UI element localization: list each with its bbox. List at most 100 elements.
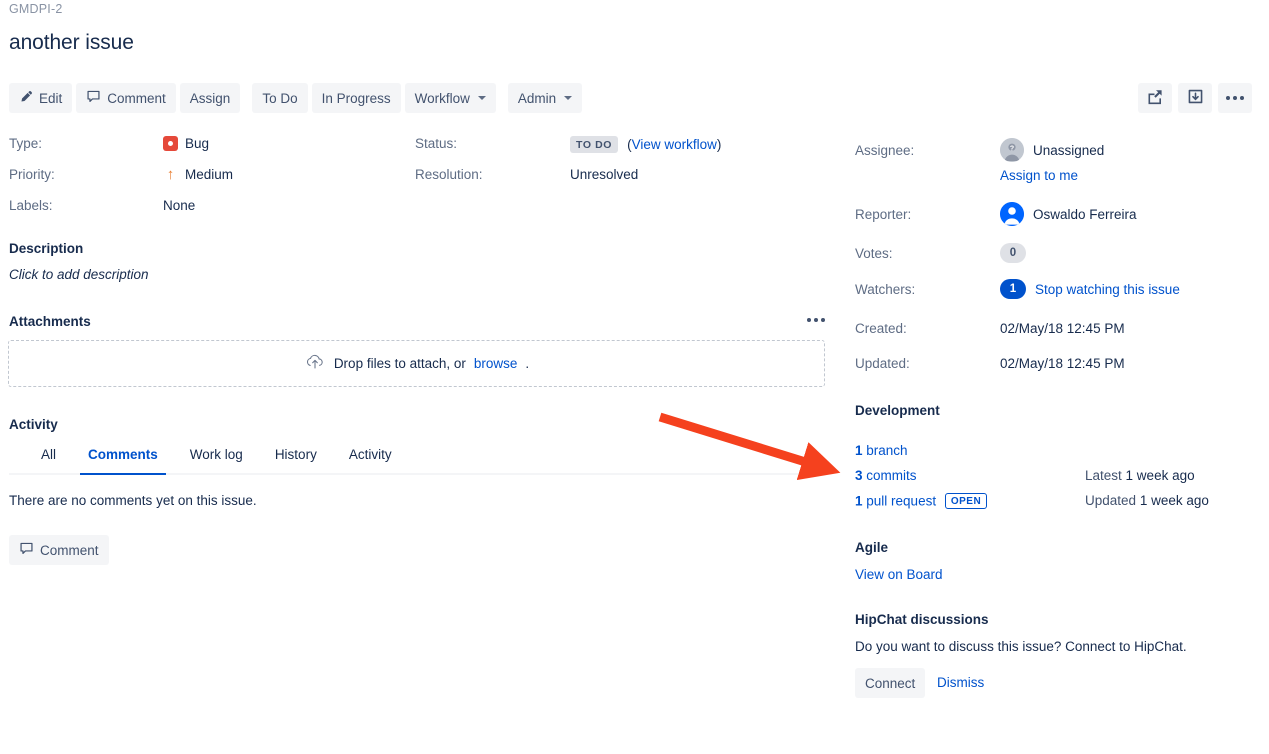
comment-button-label: Comment <box>107 91 166 106</box>
reporter-label: Reporter: <box>855 207 911 222</box>
issue-details: Type: Bug Status: TO DO (View workflow) … <box>0 136 830 229</box>
created-label: Created: <box>855 321 907 336</box>
edit-button-label: Edit <box>39 91 62 106</box>
development-branches-row[interactable]: 1 branch <box>855 443 908 458</box>
description-placeholder[interactable]: Click to add description <box>9 267 149 282</box>
tab-work-log[interactable]: Work log <box>174 447 259 473</box>
votes-value: 0 <box>1000 243 1026 263</box>
detail-row-priority: Priority: ↑ Medium Resolution: Unresolve… <box>0 167 830 198</box>
add-comment-button-label: Comment <box>40 543 99 558</box>
resolution-value: Unresolved <box>570 167 638 182</box>
tab-comments[interactable]: Comments <box>72 447 174 473</box>
votes-badge[interactable]: 0 <box>1000 243 1026 263</box>
edit-button[interactable]: Edit <box>9 83 72 113</box>
created-value: 02/May/18 12:45 PM <box>1000 321 1125 336</box>
browse-link[interactable]: browse <box>474 356 518 371</box>
commits-meta: Latest 1 week ago <box>1085 468 1195 483</box>
commits-meta-value: 1 week ago <box>1126 468 1195 483</box>
commits-meta-prefix: Latest <box>1085 468 1122 483</box>
priority-value-text: Medium <box>185 167 233 182</box>
view-workflow-link[interactable]: View workflow <box>632 137 717 152</box>
development-heading: Development <box>855 403 940 418</box>
connect-button-label: Connect <box>865 676 915 691</box>
dropzone-text: Drop files to attach, or <box>334 356 466 371</box>
tab-activity[interactable]: Activity <box>333 447 408 473</box>
attachments-heading: Attachments <box>9 314 91 329</box>
pull-request-status-badge: OPEN <box>945 493 987 509</box>
development-pull-request-row[interactable]: 1 pull request OPEN <box>855 493 987 509</box>
hipchat-connect-button[interactable]: Connect <box>855 668 925 698</box>
view-on-board-link[interactable]: View on Board <box>855 567 943 582</box>
to-do-transition-button[interactable]: To Do <box>252 83 307 113</box>
svg-text:?: ? <box>1010 146 1014 153</box>
labels-label: Labels: <box>9 198 53 213</box>
dropzone-period: . <box>525 356 529 371</box>
commits-label: commits <box>866 468 916 483</box>
development-commits-row[interactable]: 3 commits <box>855 468 917 483</box>
tab-all[interactable]: All <box>25 447 72 473</box>
branch-label: branch <box>866 443 907 458</box>
labels-value: None <box>163 198 195 213</box>
type-value-text: Bug <box>185 136 209 151</box>
in-progress-transition-button[interactable]: In Progress <box>312 83 401 113</box>
no-comments-message: There are no comments yet on this issue. <box>9 493 257 508</box>
type-value: Bug <box>163 136 209 151</box>
resolution-label: Resolution: <box>415 167 483 182</box>
status-label: Status: <box>415 136 457 151</box>
comment-button[interactable]: Comment <box>76 83 176 113</box>
page-title: another issue <box>9 31 134 55</box>
assignee-label: Assignee: <box>855 143 914 158</box>
pull-request-meta: Updated 1 week ago <box>1085 493 1209 508</box>
watchers-value: 1 Stop watching this issue <box>1000 279 1180 299</box>
votes-label: Votes: <box>855 246 893 261</box>
speech-bubble-icon <box>86 89 101 107</box>
hipchat-prompt: Do you want to discuss this issue? Conne… <box>855 639 1187 654</box>
branch-count: 1 <box>855 443 863 458</box>
hipchat-heading: HipChat discussions <box>855 612 989 627</box>
watchers-label: Watchers: <box>855 282 915 297</box>
tab-history[interactable]: History <box>259 447 333 473</box>
attachments-more-options-icon[interactable] <box>807 318 825 322</box>
pull-request-label: pull request <box>866 494 936 509</box>
agile-heading: Agile <box>855 540 888 555</box>
issue-action-toolbar: Edit Comment Assign To Do In Progress Wo… <box>9 83 582 113</box>
hipchat-dismiss-link[interactable]: Dismiss <box>937 675 984 690</box>
issue-sidebar: Assignee: ? Unassigned Assign to me Repo… <box>855 0 1269 754</box>
reporter-name: Oswaldo Ferreira <box>1033 207 1137 222</box>
detail-row-labels: Labels: None <box>0 198 830 229</box>
activity-tabs: All Comments Work log History Activity <box>9 447 825 475</box>
status-badge: TO DO <box>570 136 618 153</box>
workflow-button-label: Workflow <box>415 91 470 106</box>
admin-dropdown-button[interactable]: Admin <box>508 83 582 113</box>
reporter-value[interactable]: Oswaldo Ferreira <box>1000 202 1137 226</box>
activity-heading: Activity <box>9 417 58 432</box>
status-value: TO DO (View workflow) <box>570 136 721 153</box>
assign-button[interactable]: Assign <box>180 83 241 113</box>
priority-label: Priority: <box>9 167 55 182</box>
assign-to-me-link[interactable]: Assign to me <box>1000 168 1078 183</box>
watchers-badge[interactable]: 1 <box>1000 279 1026 299</box>
stop-watching-link[interactable]: Stop watching this issue <box>1035 282 1180 297</box>
paren-close: ) <box>717 137 722 152</box>
pull-request-meta-value: 1 week ago <box>1140 493 1209 508</box>
jira-issue-page: GMDPI-2 another issue Edit Comment Assig… <box>0 0 1269 754</box>
attachment-dropzone[interactable]: Drop files to attach, or browse. <box>8 340 825 387</box>
priority-medium-up-arrow-icon: ↑ <box>163 167 178 182</box>
issue-key[interactable]: GMDPI-2 <box>9 2 63 16</box>
view-workflow-wrapper: (View workflow) <box>627 137 721 152</box>
assignee-value[interactable]: ? Unassigned <box>1000 138 1104 162</box>
updated-label: Updated: <box>855 356 910 371</box>
priority-value: ↑ Medium <box>163 167 233 182</box>
workflow-dropdown-button[interactable]: Workflow <box>405 83 496 113</box>
pull-request-meta-prefix: Updated <box>1085 493 1136 508</box>
user-avatar-icon <box>1000 202 1024 226</box>
type-label: Type: <box>9 136 42 151</box>
admin-button-label: Admin <box>518 91 556 106</box>
detail-row-type: Type: Bug Status: TO DO (View workflow) <box>0 136 830 167</box>
speech-bubble-icon <box>19 541 34 559</box>
add-comment-button[interactable]: Comment <box>9 535 109 565</box>
chevron-down-icon <box>478 96 486 100</box>
description-heading: Description <box>9 241 83 256</box>
pull-request-count: 1 <box>855 494 863 509</box>
updated-value: 02/May/18 12:45 PM <box>1000 356 1125 371</box>
